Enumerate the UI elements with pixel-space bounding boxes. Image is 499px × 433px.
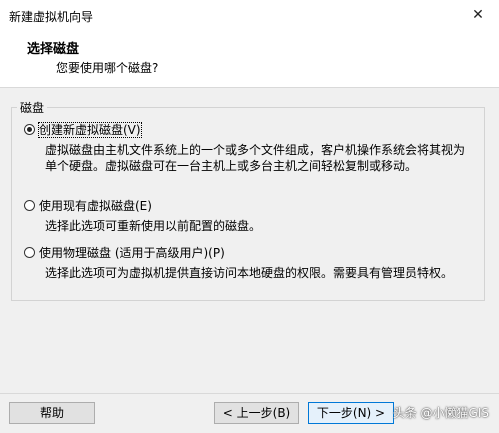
page-subtitle: 您要使用哪个磁盘? bbox=[56, 61, 159, 75]
option-label-create-new-disk: 创建新虚拟磁盘(V) bbox=[38, 122, 142, 138]
radio-use-existing-disk[interactable] bbox=[24, 200, 35, 211]
watermark: 头条 @小懒猫GIS bbox=[392, 406, 489, 420]
option-use-physical-disk[interactable]: 使用物理磁盘 (适用于高级用户)(P) bbox=[24, 244, 225, 261]
back-button[interactable]: < 上一步(B) bbox=[214, 402, 299, 424]
help-button[interactable]: 帮助 bbox=[9, 402, 95, 424]
next-button[interactable]: 下一步(N) > bbox=[308, 402, 394, 424]
option-create-new-disk[interactable]: 创建新虚拟磁盘(V) bbox=[24, 121, 142, 138]
option-desc-use-physical-disk: 选择此选项可为虚拟机提供直接访问本地硬盘的权限。需要具有管理员特权。 bbox=[45, 266, 454, 280]
groupbox-label: 磁盘 bbox=[17, 99, 48, 116]
option-label-use-existing-disk: 使用现有虚拟磁盘(E) bbox=[39, 199, 152, 213]
close-icon[interactable]: ✕ bbox=[467, 4, 489, 26]
option-desc-use-existing-disk: 选择此选项可重新使用以前配置的磁盘。 bbox=[45, 219, 262, 233]
option-label-use-physical-disk: 使用物理磁盘 (适用于高级用户)(P) bbox=[39, 246, 225, 260]
window-title: 新建虚拟机向导 bbox=[9, 10, 94, 24]
radio-use-physical-disk[interactable] bbox=[24, 247, 35, 258]
page-title: 选择磁盘 bbox=[27, 42, 80, 57]
footer-divider bbox=[0, 393, 499, 394]
option-desc-create-new-disk: 虚拟磁盘由主机文件系统上的一个或多个文件组成，客户机操作系统会将其视为 单个硬盘… bbox=[45, 143, 466, 173]
wizard-header: 选择磁盘 您要使用哪个磁盘? bbox=[0, 30, 499, 88]
radio-create-new-disk[interactable] bbox=[24, 124, 35, 135]
title-bar: 新建虚拟机向导 ✕ bbox=[0, 0, 499, 30]
option-use-existing-disk[interactable]: 使用现有虚拟磁盘(E) bbox=[24, 197, 152, 214]
